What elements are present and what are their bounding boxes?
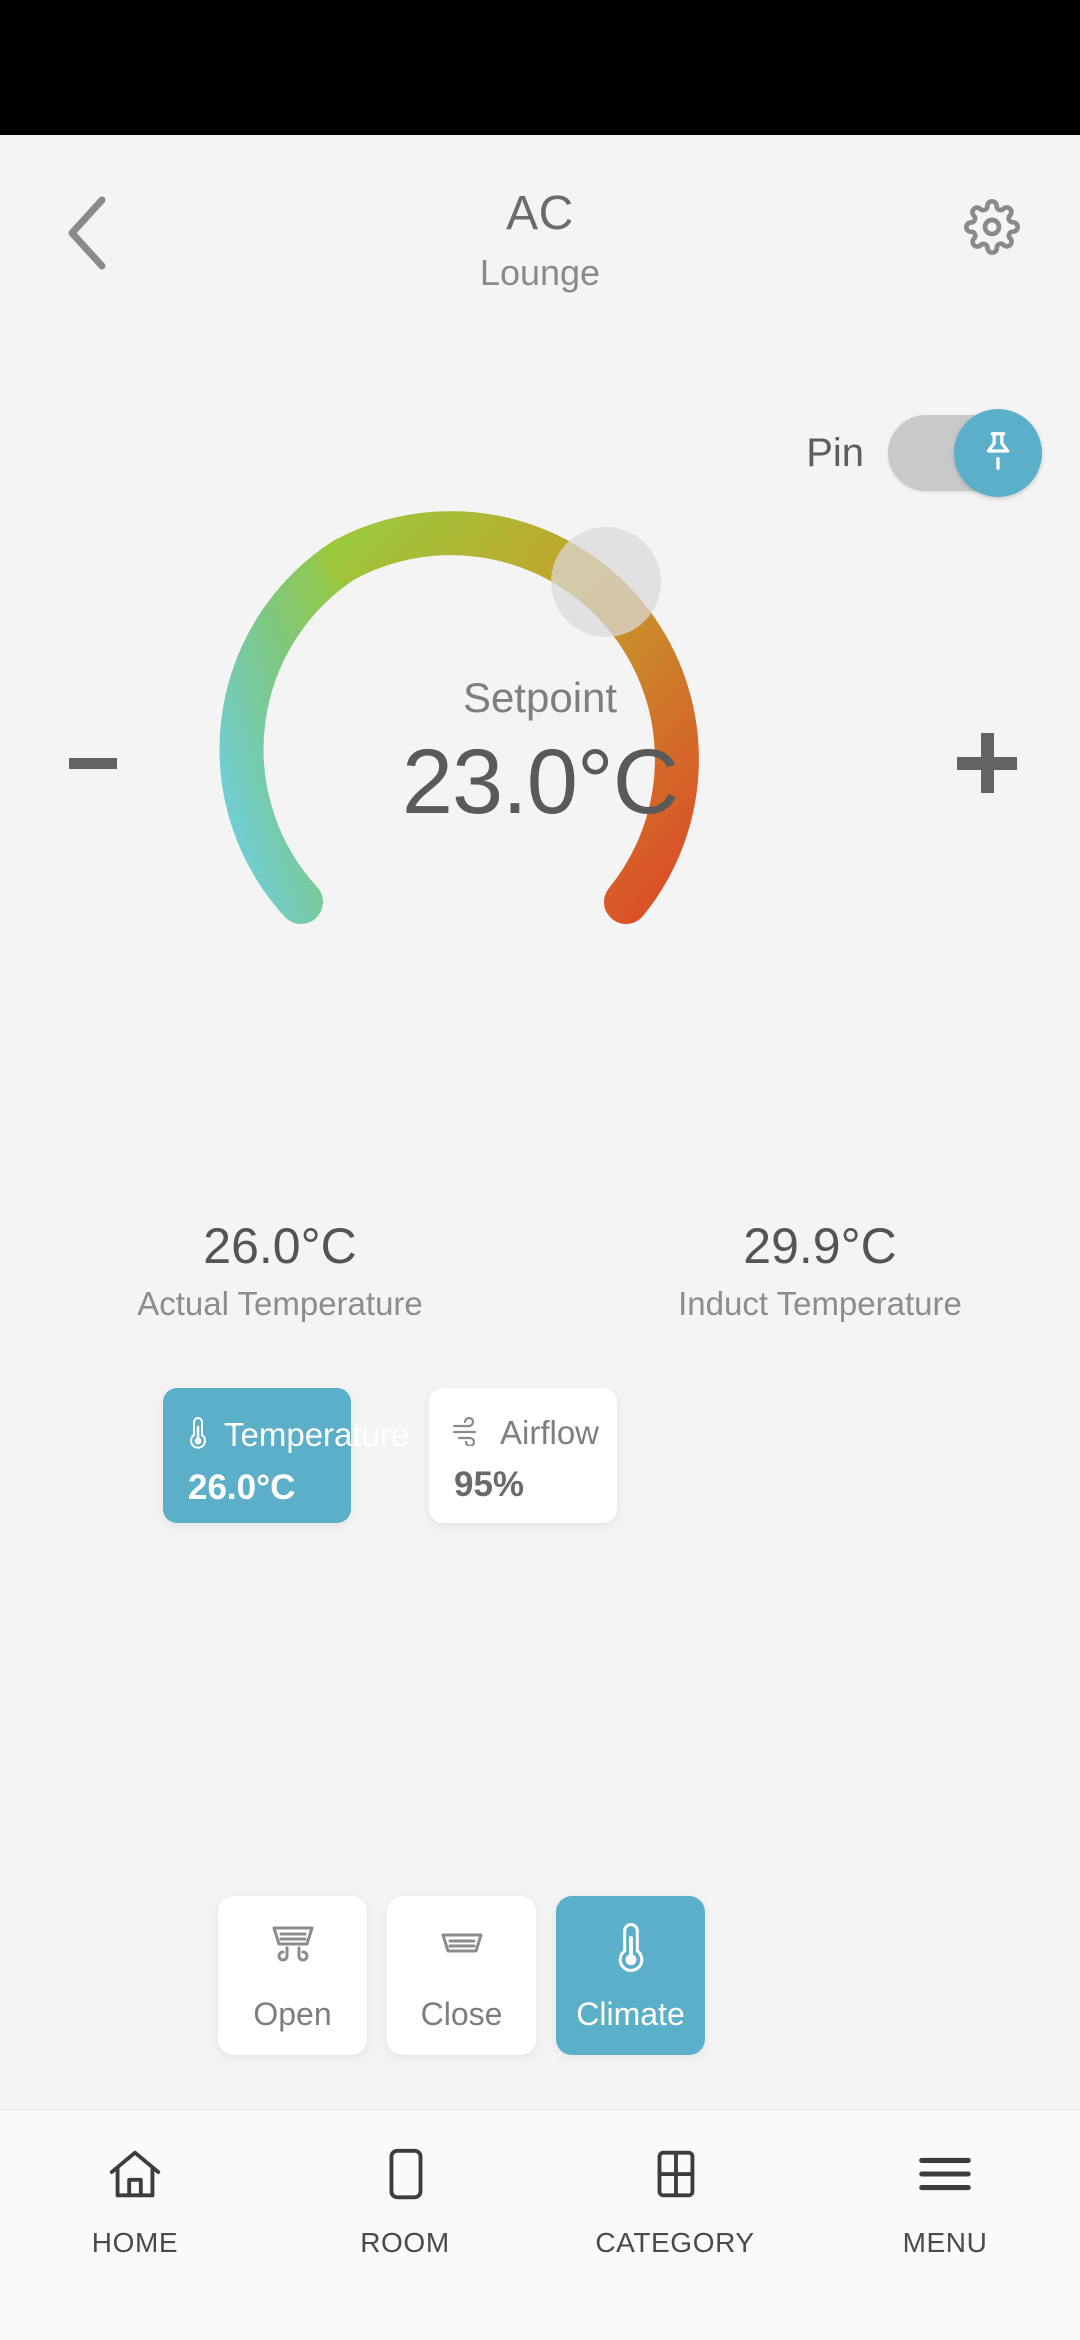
reading-value: 26.0°C	[203, 1218, 357, 1274]
home-icon	[104, 2141, 166, 2207]
nav-label: ROOM	[360, 2227, 450, 2258]
increase-setpoint-button[interactable]	[932, 710, 1042, 820]
nav-item-category[interactable]: CATEGORY	[540, 2110, 810, 2340]
nav-item-room[interactable]: ROOM	[270, 2110, 540, 2340]
temperature-readings: 26.0°C Actual Temperature 29.9°C Induct …	[0, 1215, 1080, 1329]
reading-induct-temperature: 29.9°C Induct Temperature	[560, 1215, 1080, 1329]
reading-actual-temperature: 26.0°C Actual Temperature	[0, 1215, 560, 1329]
action-button-climate[interactable]: Climate	[556, 1896, 705, 2055]
dial-thumb[interactable]	[551, 527, 661, 637]
pin-label: Pin	[806, 430, 864, 475]
grid-icon	[644, 2141, 706, 2207]
wind-icon	[451, 1416, 487, 1451]
status-bar	[0, 0, 1080, 135]
decrease-setpoint-button[interactable]	[38, 710, 148, 820]
settings-button[interactable]	[944, 181, 1040, 277]
metric-card-temperature[interactable]: Temperature 26.0°C	[163, 1388, 409, 1523]
dial-arc[interactable]	[118, 470, 963, 1090]
room-name: Lounge	[479, 252, 601, 293]
metric-card-header: Temperature	[185, 1414, 409, 1455]
action-label: Open	[253, 1995, 332, 2032]
action-button-close[interactable]: Close	[387, 1896, 536, 2055]
vent-closed-icon	[434, 1920, 490, 1974]
nav-label: MENU	[902, 2227, 988, 2258]
action-label: Close	[420, 1995, 503, 2032]
action-button-list: Open Close Climate	[218, 1896, 705, 2055]
metric-card-list: Temperature 26.0°C Airflow 95%	[163, 1388, 617, 1523]
page-title: AC Lounge	[0, 185, 1080, 299]
metric-card-header: Airflow	[451, 1414, 617, 1452]
metric-card-name: Airflow	[500, 1414, 600, 1451]
action-label: Climate	[576, 1995, 685, 2032]
room-icon	[374, 2141, 436, 2207]
device-name: AC	[506, 187, 574, 240]
metric-card-value: 26.0°C	[188, 1468, 296, 1507]
reading-value: 29.9°C	[743, 1218, 897, 1274]
reading-label: Actual Temperature	[137, 1285, 423, 1322]
plus-icon	[952, 728, 1022, 803]
reading-label: Induct Temperature	[678, 1285, 962, 1322]
hamburger-icon	[914, 2141, 976, 2207]
metric-card-airflow[interactable]: Airflow 95%	[429, 1388, 617, 1523]
metric-card-name: Temperature	[224, 1415, 410, 1453]
nav-label: CATEGORY	[595, 2227, 755, 2258]
action-button-open[interactable]: Open	[218, 1896, 367, 2055]
thermometer-icon	[612, 1920, 650, 1974]
nav-label: HOME	[91, 2227, 179, 2258]
nav-item-home[interactable]: HOME	[0, 2110, 270, 2340]
minus-icon	[62, 732, 124, 799]
bottom-navigation: HOME ROOM CATEGORY MENU	[0, 2110, 1080, 2340]
vent-open-icon	[265, 1920, 321, 1974]
thermometer-icon	[185, 1414, 211, 1455]
gear-icon	[964, 198, 1020, 260]
setpoint-dial[interactable]: Setpoint 23.0°C	[0, 470, 1080, 1090]
nav-item-menu[interactable]: MENU	[810, 2110, 1080, 2340]
app-screen: AC Lounge Pin Setpoint 23.0°C 26.0°C Act…	[0, 0, 1080, 2340]
metric-card-value: 95%	[454, 1465, 525, 1504]
app-header: AC Lounge	[0, 135, 1080, 335]
